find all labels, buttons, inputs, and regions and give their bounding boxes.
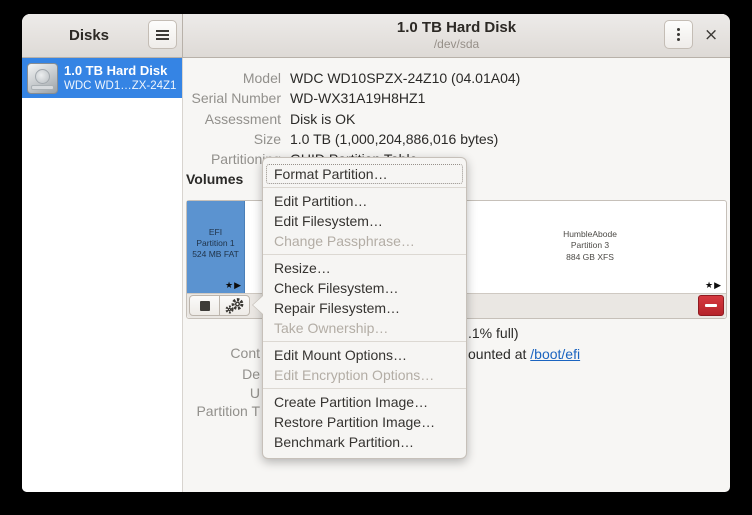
popover-tail [253,296,263,314]
window-subtitle: /dev/sda [397,37,516,51]
partition-block-humbleabode[interactable]: HumbleAbode Partition 3 884 GB XFS [455,201,725,293]
menu-item-edit-partition[interactable]: Edit Partition… [263,191,466,211]
menu-item-benchmark-partition[interactable]: Benchmark Partition… [263,432,466,452]
headerbar-main-section: 1.0 TB Hard Disk /dev/sda × [183,14,730,57]
window-title-block: 1.0 TB Hard Disk /dev/sda [397,19,516,51]
partition-number: Partition 3 [455,240,725,251]
drive-detail-panel: Model WDC WD10SPZX-24Z10 (04.01A04) Seri… [183,58,730,492]
info-value: Disk is OK [290,111,355,127]
play-icon: ▶ [234,281,242,291]
volume-info-label-uuid: U [250,385,260,401]
contents-text: ounted at [468,346,530,362]
info-value: 1.0 TB (1,000,204,886,016 bytes) [290,131,498,147]
disk-list-sidebar: 1.0 TB Hard Disk WDC WD1…ZX-24Z10 [22,58,183,492]
unmount-button[interactable] [189,295,220,316]
volume-button-group [189,295,250,316]
desktop-background: Disks 1.0 TB Hard Disk /dev/sda × [0,0,752,515]
partition-name: EFI [187,227,244,238]
volume-info-label-partition-type: Partition T [196,403,260,419]
partition-efi-labels: EFI Partition 1 524 MB FAT [187,227,244,260]
menu-item-repair-filesystem[interactable]: Repair Filesystem… [263,298,466,318]
star-icon: ★ [225,281,234,291]
star-icon: ★ [705,281,714,291]
window-title: 1.0 TB Hard Disk [397,19,516,37]
hamburger-icon [156,30,169,40]
menu-item-take-ownership: Take Ownership… [263,318,466,338]
drive-options-button[interactable] [664,20,693,49]
partition-number: Partition 1 [187,238,244,249]
volume-info-label-device: De [242,366,260,382]
partition-block-efi[interactable]: EFI Partition 1 524 MB FAT ★▶ [187,201,245,293]
menu-item-check-filesystem[interactable]: Check Filesystem… [263,278,466,298]
vertical-dots-icon [677,33,680,36]
partition-size: 524 MB FAT [187,249,244,260]
boot-efi-link[interactable]: /boot/efi [530,346,580,362]
volume-contents-value: ounted at /boot/efi [468,346,580,362]
sidebar-disk-subtitle: WDC WD1…ZX-24Z10 [64,79,177,93]
menu-separator [263,388,466,389]
info-label: Serial Number [183,90,281,106]
partition-context-menu: Format Partition… Edit Partition… Edit F… [262,157,467,459]
menu-item-create-partition-image[interactable]: Create Partition Image… [263,392,466,412]
harddisk-icon [27,63,58,94]
menu-item-edit-filesystem[interactable]: Edit Filesystem… [263,211,466,231]
sidebar-item-text: 1.0 TB Hard Disk WDC WD1…ZX-24Z10 [64,63,177,94]
menu-item-format-partition[interactable]: Format Partition… [263,164,466,184]
info-row-serial: Serial Number WD-WX31A19H8HZ1 [183,89,730,107]
info-row-assessment: Assessment Disk is OK [183,110,730,128]
menu-item-edit-encryption-options: Edit Encryption Options… [263,365,466,385]
info-value: WDC WD10SPZX-24Z10 (04.01A04) [290,70,520,86]
partition-humbleabode-labels: HumbleAbode Partition 3 884 GB XFS [455,229,725,263]
partition-name: HumbleAbode [455,229,725,240]
minus-icon [705,304,717,307]
app-title: Disks [69,27,109,44]
gears-icon [224,298,246,314]
menu-separator [263,341,466,342]
info-label: Assessment [183,111,281,127]
delete-partition-button[interactable] [698,295,724,316]
stop-icon [200,301,210,311]
headerbar-sidebar-section: Disks [22,14,183,57]
play-icon: ▶ [714,281,722,291]
headerbar: Disks 1.0 TB Hard Disk /dev/sda × [22,14,730,58]
info-value: WD-WX31A19H8HZ1 [290,90,425,106]
volumes-section-title: Volumes [186,171,243,187]
close-window-button[interactable]: × [698,22,724,48]
sidebar-disk-title: 1.0 TB Hard Disk [64,63,177,79]
volume-size-value: .1% full) [468,325,519,341]
info-label: Size [183,131,281,147]
volume-info-label-contents: Cont [230,345,260,361]
info-row-model: Model WDC WD10SPZX-24Z10 (04.01A04) [183,69,730,87]
partition-options-button[interactable] [219,295,250,316]
sidebar-item-harddisk[interactable]: 1.0 TB Hard Disk WDC WD1…ZX-24Z10 [22,58,182,98]
app-menu-button[interactable] [148,20,177,49]
partition-flag-icons: ★▶ [225,281,242,291]
close-icon: × [704,25,718,45]
partition-size: 884 GB XFS [455,252,725,263]
menu-item-resize[interactable]: Resize… [263,258,466,278]
info-row-size: Size 1.0 TB (1,000,204,886,016 bytes) [183,130,730,148]
menu-separator [263,254,466,255]
gnome-disks-window: Disks 1.0 TB Hard Disk /dev/sda × [22,14,730,492]
menu-item-restore-partition-image[interactable]: Restore Partition Image… [263,412,466,432]
menu-item-edit-mount-options[interactable]: Edit Mount Options… [263,345,466,365]
info-label: Model [183,70,281,86]
partition-flag-icons: ★▶ [705,281,722,291]
menu-separator [263,187,466,188]
menu-item-change-passphrase: Change Passphrase… [263,231,466,251]
